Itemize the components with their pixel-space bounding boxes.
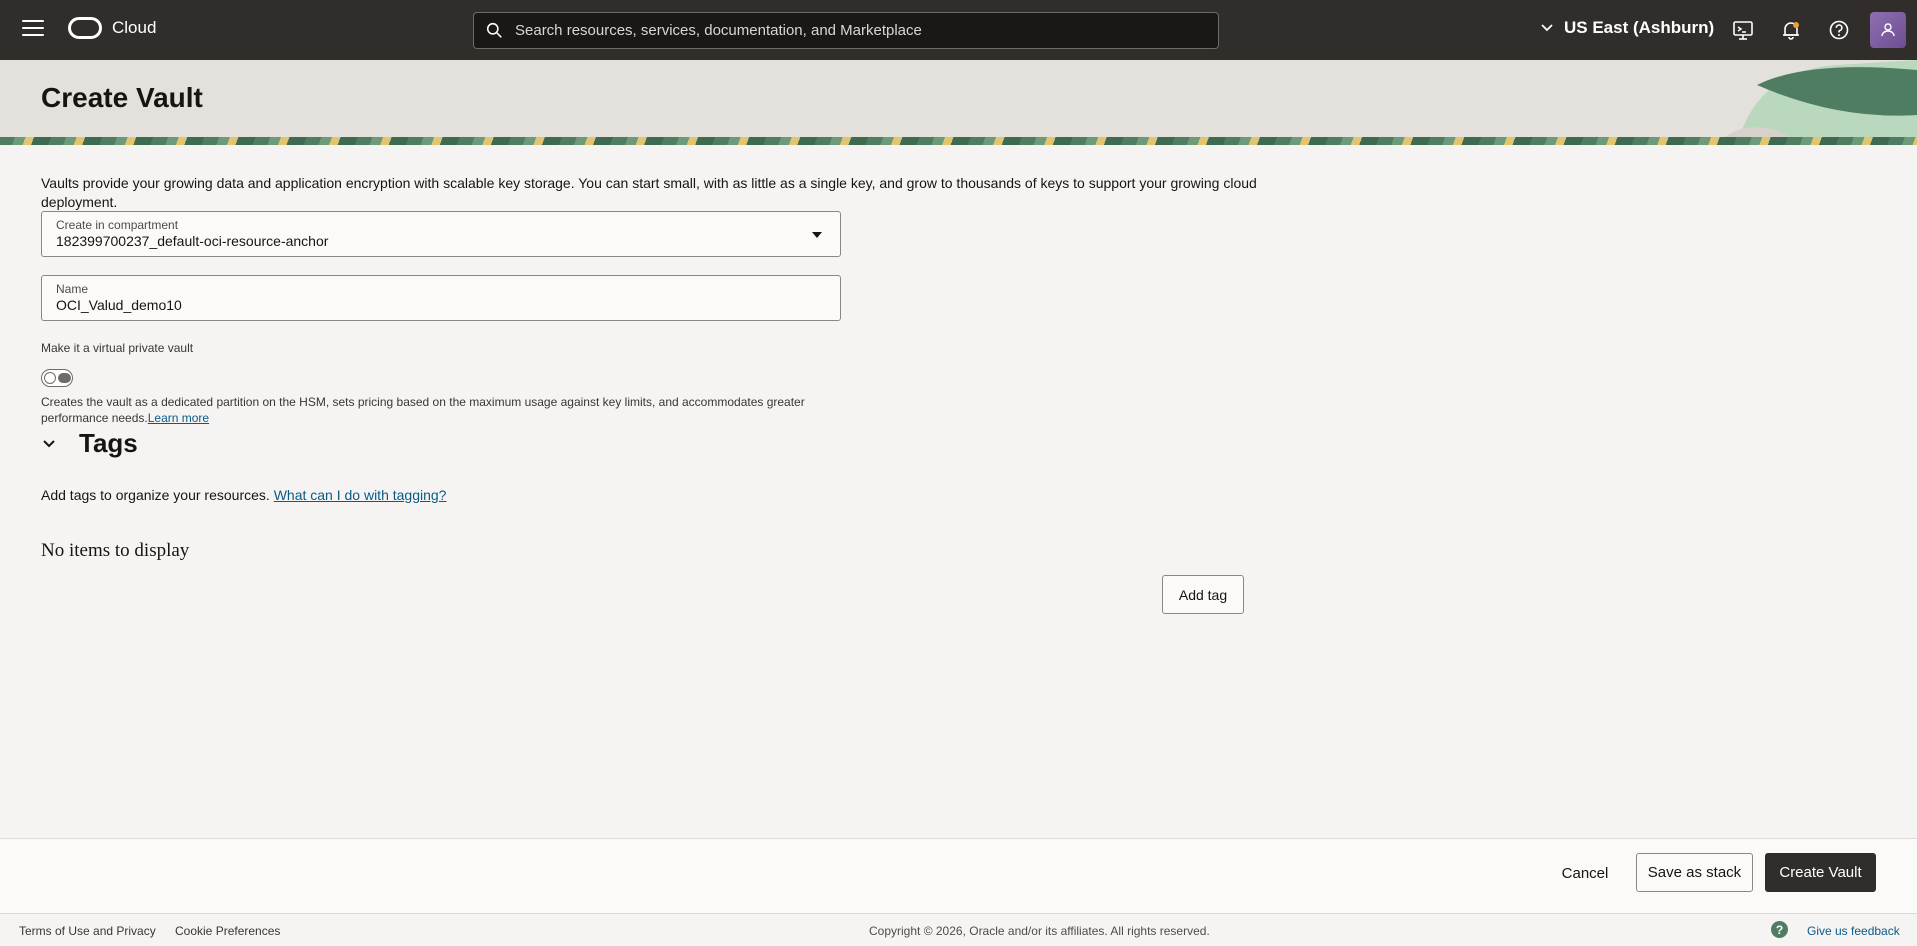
banner-decoration	[1717, 60, 1917, 145]
banner-pattern-strip	[0, 137, 1917, 145]
compartment-label: Create in compartment	[56, 218, 179, 232]
name-input[interactable]	[56, 297, 826, 313]
tags-section-toggle[interactable]: Tags	[41, 428, 138, 459]
copyright-text: Copyright © 2026, Oracle and/or its affi…	[869, 924, 1210, 938]
page-description: Vaults provide your growing data and app…	[41, 175, 1257, 210]
bell-icon[interactable]	[1780, 19, 1802, 41]
virtual-private-vault-toggle[interactable]	[41, 369, 73, 387]
compartment-select[interactable]: Create in compartment 182399700237_defau…	[41, 211, 841, 257]
tags-description-text: Add tags to organize your resources.	[41, 487, 270, 503]
save-as-stack-button[interactable]: Save as stack	[1636, 853, 1753, 892]
name-field[interactable]: Name	[41, 275, 841, 321]
add-tag-button[interactable]: Add tag	[1162, 575, 1244, 614]
terms-link[interactable]: Terms of Use and Privacy	[19, 924, 156, 938]
create-vault-button[interactable]: Create Vault	[1765, 853, 1876, 892]
user-avatar[interactable]	[1870, 12, 1906, 48]
page-footer: Terms of Use and Privacy Cookie Preferen…	[0, 913, 1917, 946]
oracle-cloud-logo[interactable]: Cloud	[68, 17, 156, 39]
form-action-bar	[0, 838, 1917, 913]
region-selector[interactable]: US East (Ashburn)	[1540, 18, 1714, 38]
compartment-value: 182399700237_default-oci-resource-anchor	[56, 233, 329, 249]
toggle-track	[58, 373, 71, 383]
toggle-knob	[44, 372, 56, 384]
give-feedback-link[interactable]: Give us feedback	[1807, 924, 1900, 938]
virtual-private-vault-label: Make it a virtual private vault	[41, 341, 194, 355]
tags-empty-state: No items to display	[41, 540, 190, 561]
cancel-button[interactable]: Cancel	[1545, 855, 1625, 891]
brand-label: Cloud	[112, 18, 157, 37]
search-input[interactable]	[515, 22, 1218, 39]
tags-description: Add tags to organize your resources. Wha…	[41, 487, 446, 503]
tags-title: Tags	[79, 428, 138, 458]
menu-icon[interactable]	[22, 20, 44, 38]
name-label: Name	[56, 282, 89, 296]
global-search[interactable]	[473, 12, 1219, 49]
cloud-shell-icon[interactable]	[1732, 19, 1754, 41]
help-icon[interactable]	[1828, 19, 1850, 41]
chevron-down-icon	[1541, 24, 1553, 32]
page-title: Create Vault	[41, 82, 203, 113]
virtual-private-vault-help: Creates the vault as a dedicated partiti…	[41, 394, 861, 426]
page-banner: Create Vault	[0, 60, 1917, 145]
top-header: Cloud US East (Ashburn)	[0, 0, 1917, 60]
feedback-icon[interactable]: ?	[1771, 921, 1788, 938]
search-icon	[486, 22, 502, 38]
oracle-logo-icon	[68, 17, 102, 39]
tagging-help-link[interactable]: What can I do with tagging?	[274, 487, 447, 503]
cookie-preferences-link[interactable]: Cookie Preferences	[175, 924, 280, 938]
caret-down-icon	[812, 232, 822, 238]
region-label: US East (Ashburn)	[1564, 18, 1715, 37]
chevron-down-icon	[43, 439, 55, 447]
user-icon	[1881, 23, 1895, 37]
learn-more-link[interactable]: Learn more	[148, 411, 209, 425]
